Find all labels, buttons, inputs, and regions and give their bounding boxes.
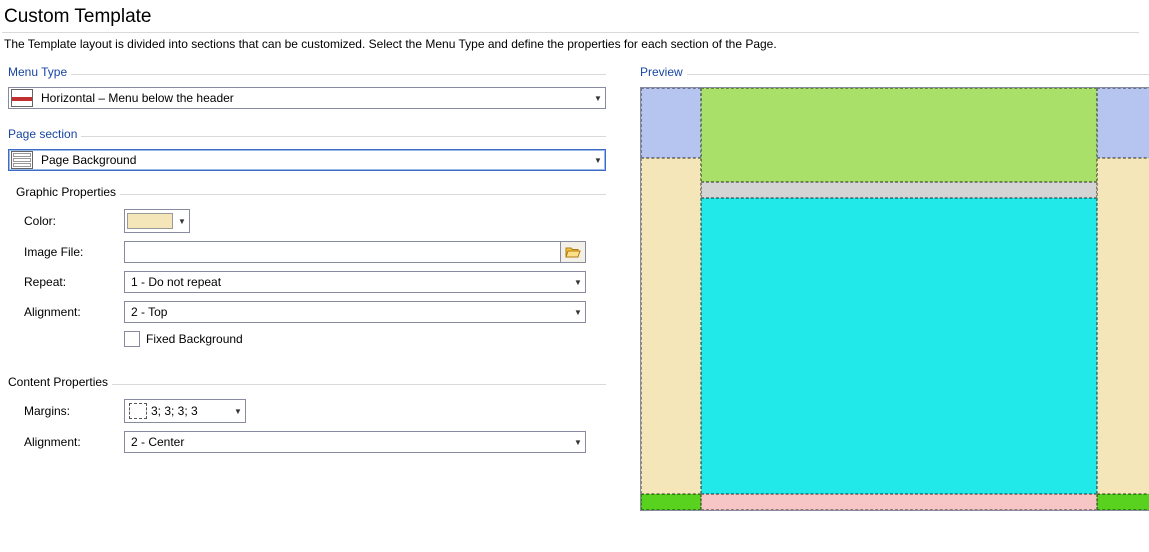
margins-icon <box>129 403 147 419</box>
image-file-label: Image File: <box>16 245 124 259</box>
chevron-down-icon: ▼ <box>231 407 245 416</box>
content-alignment-value: 2 - Center <box>125 435 571 449</box>
folder-open-icon <box>565 245 581 259</box>
preview-side-right <box>1097 158 1149 494</box>
chevron-down-icon: ▼ <box>571 308 585 317</box>
margins-input[interactable]: 3; 3; 3; 3 ▼ <box>124 399 246 423</box>
content-alignment-select[interactable]: 2 - Center ▼ <box>124 431 586 453</box>
content-properties-group: Content Properties Margins: 3; 3; 3; 3 ▼… <box>8 375 606 453</box>
preview-legend: Preview <box>640 65 687 79</box>
graphic-properties-group: Graphic Properties Color: ▼ Image File: <box>16 185 606 347</box>
intro-text: The Template layout is divided into sect… <box>4 37 1139 51</box>
graphic-properties-legend: Graphic Properties <box>16 185 120 199</box>
alignment-label: Alignment: <box>16 305 124 319</box>
preview-pane <box>640 87 1149 511</box>
preview-body <box>701 198 1097 494</box>
chevron-down-icon: ▼ <box>591 94 605 103</box>
color-swatch <box>127 213 173 229</box>
preview-side-left <box>641 158 701 494</box>
margins-label: Margins: <box>8 404 124 418</box>
chevron-down-icon: ▼ <box>591 156 605 165</box>
margins-value: 3; 3; 3; 3 <box>151 404 231 418</box>
preview-side-left-top <box>641 88 701 158</box>
preview-group: Preview <box>640 65 1149 511</box>
menu-type-group: Menu Type Horizontal – Menu below the he… <box>8 65 606 109</box>
chevron-down-icon: ▼ <box>175 217 189 226</box>
image-file-input[interactable] <box>124 241 560 263</box>
chevron-down-icon: ▼ <box>571 438 585 447</box>
repeat-value: 1 - Do not repeat <box>125 275 571 289</box>
title-separator <box>2 32 1139 33</box>
graphic-alignment-value: 2 - Top <box>125 305 571 319</box>
menu-type-value: Horizontal – Menu below the header <box>39 91 591 105</box>
page-section-select[interactable]: Page Background ▼ <box>8 149 606 171</box>
content-properties-legend: Content Properties <box>8 375 112 389</box>
menu-type-select[interactable]: Horizontal – Menu below the header ▼ <box>8 87 606 109</box>
chevron-down-icon: ▼ <box>571 278 585 287</box>
page-title: Custom Template <box>4 6 1139 28</box>
page-section-icon <box>11 151 33 169</box>
preview-menu-bar <box>701 182 1097 198</box>
page-section-legend: Page section <box>8 127 81 141</box>
browse-button[interactable] <box>560 241 586 263</box>
graphic-alignment-select[interactable]: 2 - Top ▼ <box>124 301 586 323</box>
preview-footer-right <box>1097 494 1149 510</box>
page-section-group: Page section Page Background ▼ <box>8 127 606 171</box>
menu-type-legend: Menu Type <box>8 65 71 79</box>
repeat-label: Repeat: <box>16 275 124 289</box>
repeat-select[interactable]: 1 - Do not repeat ▼ <box>124 271 586 293</box>
content-alignment-label: Alignment: <box>8 435 124 449</box>
preview-footer-center <box>701 494 1097 510</box>
color-label: Color: <box>16 214 124 228</box>
menu-type-icon <box>11 89 33 107</box>
color-picker[interactable]: ▼ <box>124 209 190 233</box>
checkbox-icon <box>124 331 140 347</box>
page-section-value: Page Background <box>39 153 591 167</box>
preview-side-right-top <box>1097 88 1149 158</box>
preview-footer-left <box>641 494 701 510</box>
fixed-background-checkbox[interactable]: Fixed Background <box>124 331 243 347</box>
preview-header <box>701 88 1097 182</box>
fixed-background-label: Fixed Background <box>146 332 243 346</box>
